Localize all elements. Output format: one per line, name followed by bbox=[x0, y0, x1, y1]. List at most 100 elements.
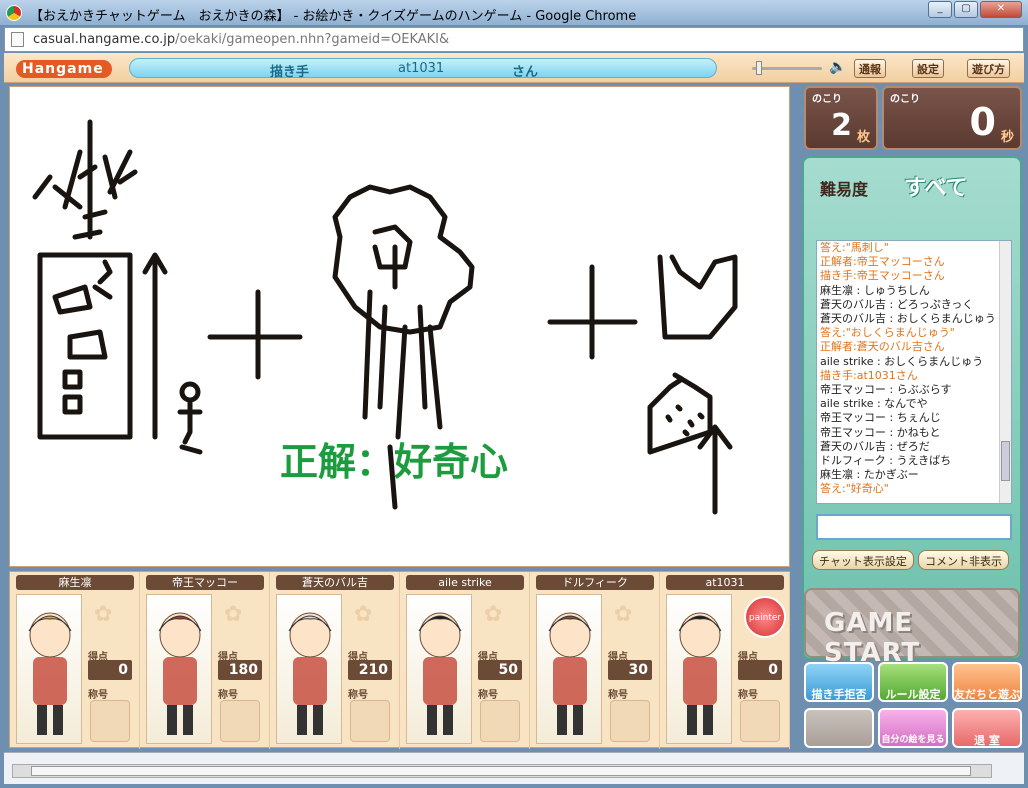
horizontal-scrollbar[interactable] bbox=[12, 764, 992, 778]
horizontal-scroll-thumb[interactable] bbox=[31, 766, 971, 776]
player-avatar[interactable] bbox=[406, 594, 472, 744]
speaker-icon[interactable]: 🔈 bbox=[829, 59, 846, 75]
drawer-name: at1031 bbox=[398, 61, 445, 76]
player-name: 蒼天のバル吉 bbox=[276, 575, 394, 590]
title-label: 称号 bbox=[88, 690, 108, 701]
report-button[interactable]: 通報 bbox=[854, 59, 886, 78]
difficulty-value[interactable]: すべて bbox=[904, 170, 968, 202]
player-name: aile strike bbox=[406, 575, 524, 590]
rule-settings-button[interactable]: ルール設定 bbox=[878, 662, 948, 702]
game-start-label: GAME START bbox=[824, 608, 921, 668]
volume-slider-track[interactable] bbox=[752, 67, 822, 70]
chat-message: 答え:"馬刺し" bbox=[820, 241, 889, 254]
player-avatar[interactable] bbox=[536, 594, 602, 744]
player-avatar[interactable] bbox=[16, 594, 82, 744]
player-name: ドルフィーク bbox=[536, 575, 654, 590]
url-text[interactable]: casual.hangame.co.jp/oekaki/gameopen.nhn… bbox=[33, 32, 449, 47]
player-score: 50 bbox=[478, 660, 522, 680]
chat-message: 蒼天のバル吉 : おしくらまんじゅう bbox=[820, 312, 996, 326]
hangame-logo: Hangame bbox=[16, 60, 112, 78]
avatar-figure bbox=[288, 612, 332, 735]
reject-drawer-button[interactable]: 描き手拒否 bbox=[804, 662, 874, 702]
player-avatar[interactable] bbox=[276, 594, 342, 744]
maximize-button[interactable]: ▢ bbox=[954, 1, 978, 18]
volume-slider-knob[interactable] bbox=[756, 61, 762, 75]
chat-message: aile strike : おしくらまんじゅう bbox=[820, 354, 984, 368]
title-badge bbox=[220, 700, 260, 742]
chat-input[interactable] bbox=[816, 514, 1012, 540]
cards-remaining-value: 2 bbox=[831, 108, 852, 143]
player-score: 0 bbox=[88, 660, 132, 680]
window-titlebar: 【おえかきチャットゲーム おえかきの森】 - お絵かき・クイズゲームのハンゲーム… bbox=[0, 0, 1028, 26]
chat-scroll-thumb[interactable] bbox=[1001, 441, 1010, 481]
chat-scrollbar[interactable] bbox=[999, 241, 1011, 503]
chat-message: 麻生凛 : たかぎぶー bbox=[820, 468, 919, 482]
title-badge bbox=[610, 700, 650, 742]
chat-message: 帝王マッコー : ちぇんじ bbox=[820, 411, 941, 425]
player-score: 180 bbox=[218, 660, 262, 680]
player-card[interactable]: ドルフィーク ✿ 得点 30 称号 bbox=[530, 572, 660, 749]
painter-badge: painter bbox=[744, 596, 786, 638]
chat-log[interactable]: 答え:"馬刺し" 正解者:帝王マッコーさん 描き手:帝王マッコーさん 麻生凛 : しゅ… bbox=[816, 240, 1012, 504]
time-remaining-unit: 秒 bbox=[1000, 130, 1014, 145]
player-card[interactable]: 麻生凛 ✿ 得点 0 称号 bbox=[10, 572, 140, 749]
title-label: 称号 bbox=[218, 690, 238, 701]
address-bar[interactable]: casual.hangame.co.jp/oekaki/gameopen.nhn… bbox=[4, 27, 1024, 52]
player-name: 帝王マッコー bbox=[146, 575, 264, 590]
avatar-figure bbox=[158, 612, 202, 735]
drawer-honorific: さん bbox=[512, 65, 539, 80]
cards-remaining-counter: のこり 2 枚 bbox=[804, 86, 878, 150]
time-remaining-label: のこり bbox=[890, 94, 920, 105]
avatar-figure bbox=[418, 612, 462, 735]
player-name: 麻生凛 bbox=[16, 575, 134, 590]
flower-ornament: ✿ bbox=[354, 602, 373, 627]
chat-message: 麻生凛 : しゅうちしん bbox=[820, 283, 930, 297]
drawer-role-label: 描き手 bbox=[270, 65, 310, 80]
avatar-figure bbox=[28, 612, 72, 735]
settings-button[interactable]: 設定 bbox=[912, 59, 944, 78]
time-remaining-counter: のこり 0 秒 bbox=[882, 86, 1022, 150]
flower-ornament: ✿ bbox=[484, 602, 503, 627]
blank-button bbox=[804, 708, 874, 748]
cards-remaining-label: のこり bbox=[812, 94, 842, 105]
player-card[interactable]: at1031✿得点0称号painter bbox=[660, 572, 790, 749]
chrome-icon bbox=[6, 5, 22, 21]
player-card[interactable]: 帝王マッコー ✿ 得点 180 称号 bbox=[140, 572, 270, 749]
title-label: 称号 bbox=[478, 690, 498, 701]
chat-message: 答え:"好奇心" bbox=[820, 482, 889, 496]
title-badge bbox=[90, 700, 130, 742]
hide-comments-button[interactable]: コメント非表示 bbox=[918, 550, 1009, 570]
game-header: Hangame 描き手 at1031 さん 🔈 通報 設定 遊び方 bbox=[4, 53, 1024, 83]
title-badge bbox=[350, 700, 390, 742]
player-name: at1031 bbox=[666, 575, 784, 590]
chat-message: aile strike : なんでや bbox=[820, 397, 928, 411]
player-score: 0 bbox=[738, 660, 782, 680]
avatar-figure bbox=[678, 612, 722, 735]
chat-message: 描き手:帝王マッコーさん bbox=[820, 269, 945, 283]
window-title: 【おえかきチャットゲーム おえかきの森】 - お絵かき・クイズゲームのハンゲーム… bbox=[30, 9, 637, 24]
view-my-drawings-button[interactable]: 自分の絵を見る bbox=[878, 708, 948, 748]
title-label: 称号 bbox=[608, 690, 628, 701]
player-card[interactable]: 蒼天のバル吉 ✿ 得点 210 称号 bbox=[270, 572, 400, 749]
player-card[interactable]: aile strike ✿ 得点 50 称号 bbox=[400, 572, 530, 749]
leave-room-button[interactable]: 退 室 bbox=[952, 708, 1022, 748]
chat-message: 答え:"おしくらまんじゅう" bbox=[820, 326, 955, 340]
flower-ornament: ✿ bbox=[94, 602, 113, 627]
difficulty-label: 難易度 bbox=[820, 180, 869, 199]
drawing-canvas[interactable]: 正解：好奇心 bbox=[9, 86, 790, 567]
play-with-friends-button[interactable]: 友だちと遊ぶ bbox=[952, 662, 1022, 702]
player-score: 210 bbox=[348, 660, 392, 680]
horizontal-scroll-area bbox=[4, 752, 1024, 784]
player-list: 麻生凛 ✿ 得点 0 称号 帝王マッコー ✿ 得点 180 称号 蒼天のバル吉 ✿ 得点 210 称号 ail… bbox=[9, 571, 790, 749]
player-avatar[interactable] bbox=[146, 594, 212, 744]
howto-button[interactable]: 遊び方 bbox=[967, 59, 1010, 78]
minimize-button[interactable]: _ bbox=[928, 1, 952, 18]
chat-settings-button[interactable]: チャット表示設定 bbox=[812, 550, 914, 570]
url-host: casual.hangame.co.jp bbox=[33, 32, 176, 47]
flower-ornament: ✿ bbox=[224, 602, 243, 627]
close-button[interactable]: ✕ bbox=[980, 1, 1022, 18]
title-badge bbox=[740, 700, 780, 742]
right-panel: のこり 2 枚 のこり 0 秒 難易度 すべて 答え:"馬刺し" 正解者:帝王マッ… bbox=[800, 86, 1024, 750]
player-avatar[interactable] bbox=[666, 594, 732, 744]
game-start-button[interactable]: GAME START bbox=[804, 588, 1020, 668]
